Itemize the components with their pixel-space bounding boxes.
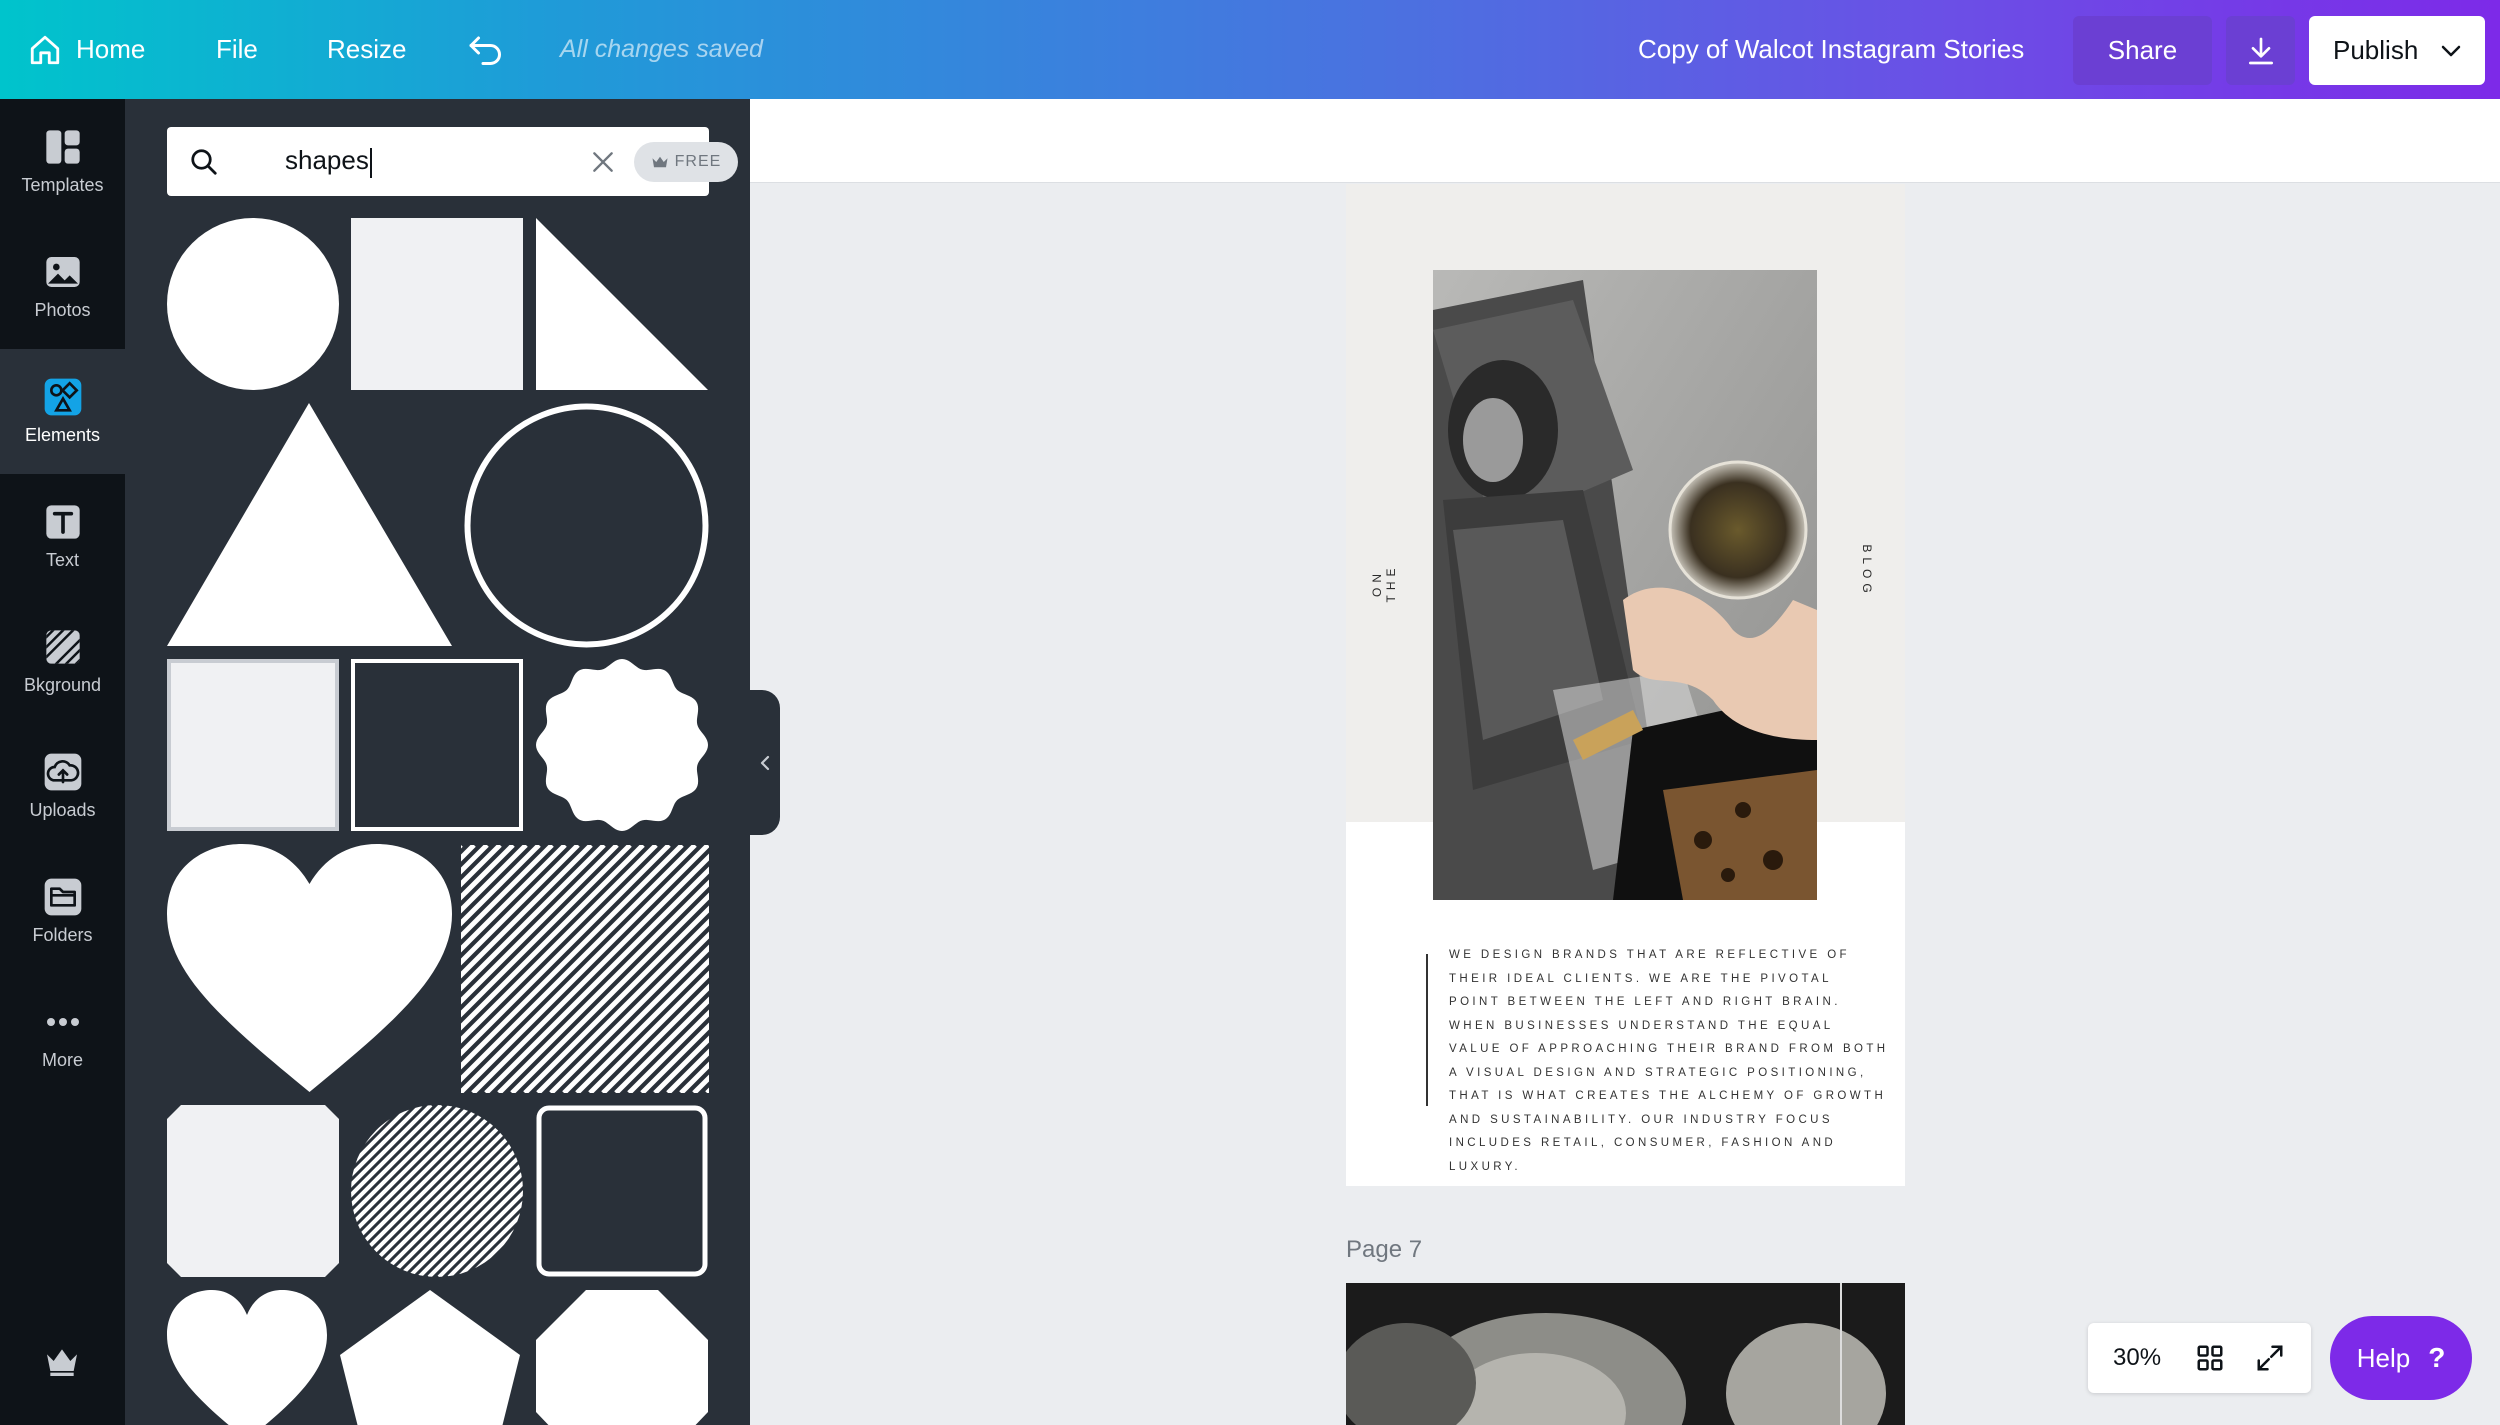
download-button[interactable]	[2226, 16, 2295, 85]
share-button[interactable]: Share	[2073, 16, 2212, 85]
rail-item-elements[interactable]: Elements	[0, 349, 125, 474]
question-icon: ?	[2428, 1342, 2446, 1373]
undo-icon	[469, 36, 501, 65]
zoom-value[interactable]: 30%	[2113, 1344, 2161, 1372]
rail-item-text[interactable]: Text	[0, 474, 125, 599]
photos-icon	[43, 252, 83, 292]
fullscreen-icon[interactable]	[2255, 1343, 2285, 1373]
help-label: Help	[2356, 1342, 2411, 1373]
close-icon[interactable]	[590, 149, 616, 175]
elements-panel: shapes FREE	[125, 99, 750, 1425]
rail-label: Uploads	[29, 800, 96, 820]
rail-item-background[interactable]: Bkground	[0, 599, 125, 724]
shape-octagon-rounded[interactable]	[167, 1105, 339, 1277]
shape-square-dark-outline[interactable]	[351, 659, 523, 831]
free-filter-badge[interactable]: FREE	[634, 142, 738, 182]
home-icon	[30, 35, 60, 64]
left-rail: Templates Photos Elements Text Bkground …	[0, 99, 125, 1425]
shape-scalloped-badge[interactable]	[536, 659, 708, 831]
design-page[interactable]: ON THE BLOG We design brands that are re…	[1346, 184, 1905, 1186]
shape-pentagon[interactable]	[340, 1290, 520, 1425]
grid-view-icon[interactable]	[2195, 1343, 2225, 1373]
undo-button[interactable]	[468, 0, 504, 99]
download-icon	[2248, 37, 2273, 64]
search-input[interactable]: shapes	[285, 145, 372, 178]
photo-image[interactable]	[1433, 270, 1817, 900]
shape-heart[interactable]	[167, 844, 452, 1092]
body-copy[interactable]: We design brands that are reflective of …	[1449, 944, 1889, 1179]
search-icon	[191, 149, 217, 175]
home-label: Home	[76, 34, 146, 64]
rail-label: Templates	[21, 175, 104, 195]
top-bar: Home File Resize All changes saved Copy …	[0, 0, 2500, 99]
rail-item-folders[interactable]: Folders	[0, 849, 125, 974]
page-7-label: Page 7	[1346, 1236, 1423, 1263]
shape-circle[interactable]	[167, 218, 339, 390]
shape-square-gray-outline[interactable]	[167, 659, 339, 831]
search-value: shapes	[285, 145, 369, 176]
rail-item-templates[interactable]: Templates	[0, 99, 125, 224]
collapse-panel-button[interactable]	[750, 690, 780, 835]
templates-icon	[43, 127, 83, 167]
publish-button[interactable]: Publish	[2309, 16, 2485, 85]
shape-triangle[interactable]	[167, 403, 452, 646]
rail-label: Elements	[24, 425, 101, 445]
document-title[interactable]: Copy of Walcot Instagram Stories	[1638, 0, 2024, 99]
free-label: FREE	[674, 153, 722, 170]
rail-item-more[interactable]: More	[0, 974, 125, 1099]
shape-circle-outline[interactable]	[464, 403, 709, 648]
rail-label: Folders	[32, 925, 93, 945]
rail-item-photos[interactable]: Photos	[0, 224, 125, 349]
shape-right-triangle[interactable]	[536, 218, 708, 390]
publish-label: Publish	[2333, 35, 2419, 65]
vertical-text-left[interactable]: ON THE	[1370, 553, 1398, 613]
vertical-text-right[interactable]: BLOG	[1860, 541, 1874, 601]
page-7-preview[interactable]	[1346, 1283, 1905, 1425]
rail-label: More	[41, 1050, 83, 1070]
rail-label: Photos	[34, 300, 91, 320]
search-box[interactable]: shapes FREE	[167, 127, 738, 196]
resize-menu[interactable]: Resize	[327, 0, 406, 99]
folders-icon	[43, 877, 83, 917]
shape-striped-circle[interactable]	[351, 1105, 523, 1277]
shape-octagon[interactable]	[536, 1290, 708, 1425]
chevron-left-icon	[760, 755, 770, 770]
shape-square-light[interactable]	[351, 218, 523, 390]
text-icon	[43, 502, 83, 542]
zoom-controls: 30%	[2088, 1323, 2311, 1393]
home-button[interactable]: Home	[28, 0, 145, 99]
shape-heart-small[interactable]	[167, 1290, 327, 1425]
rail-label: Text	[45, 550, 79, 570]
uploads-icon	[43, 752, 83, 792]
canvas-toolbar	[750, 99, 2500, 183]
save-status: All changes saved	[560, 35, 763, 63]
shape-square-rounded-outline[interactable]	[536, 1105, 708, 1277]
help-button[interactable]: Help ?	[2330, 1316, 2472, 1400]
crown-icon	[652, 156, 668, 168]
page-7-image	[1346, 1283, 1905, 1425]
chevron-down-icon	[2442, 45, 2461, 56]
text-caret	[369, 147, 372, 178]
body-rule	[1426, 954, 1428, 1106]
crown-icon[interactable]	[42, 1341, 82, 1381]
more-icon	[43, 1002, 83, 1042]
rail-item-uploads[interactable]: Uploads	[0, 724, 125, 849]
file-menu[interactable]: File	[216, 0, 258, 99]
shape-striped-square[interactable]	[461, 845, 709, 1093]
background-icon	[43, 627, 83, 667]
rail-label: Bkground	[23, 675, 102, 695]
elements-icon	[43, 377, 83, 417]
